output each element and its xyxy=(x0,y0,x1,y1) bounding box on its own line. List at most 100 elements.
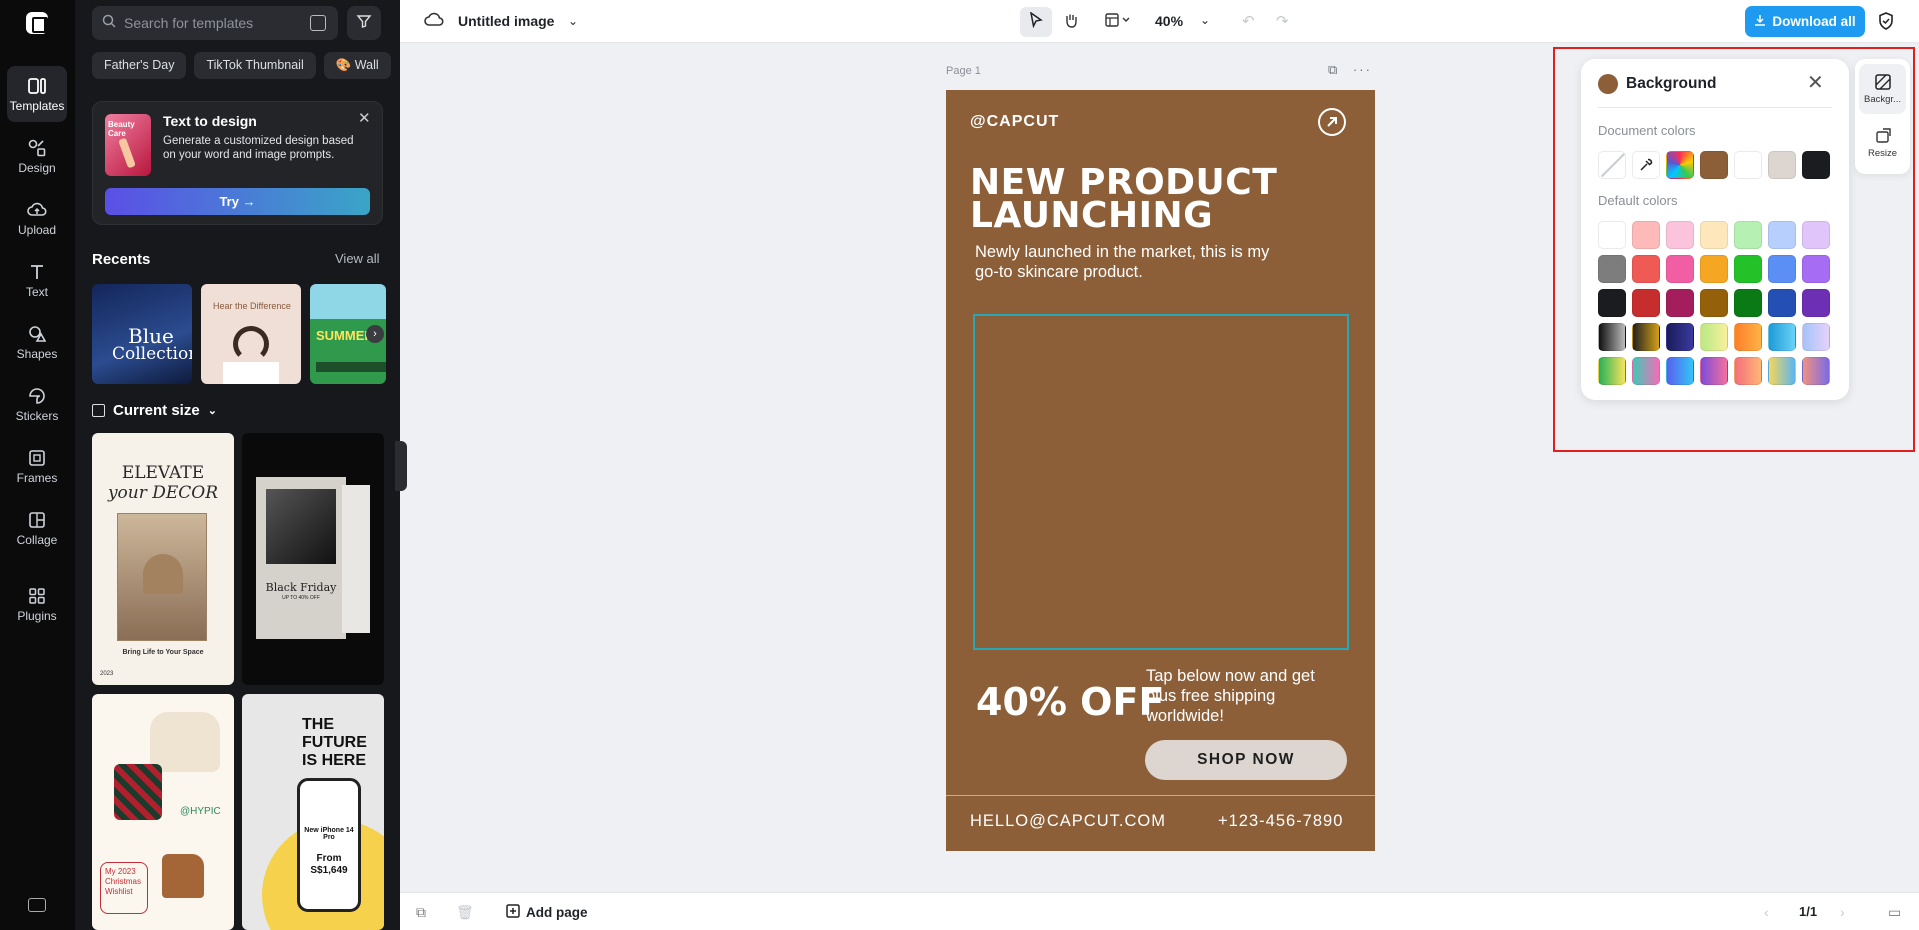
image-search-icon[interactable] xyxy=(310,15,326,31)
arrow-circle-icon[interactable] xyxy=(1318,108,1346,136)
close-icon[interactable]: ✕ xyxy=(358,111,372,126)
color-swatch[interactable] xyxy=(1802,289,1830,317)
rail-item-frames[interactable]: Frames xyxy=(7,438,67,494)
color-swatch[interactable] xyxy=(1802,221,1830,249)
color-swatch[interactable] xyxy=(1802,255,1830,283)
rail-item-templates[interactable]: Templates xyxy=(7,66,67,122)
document-title[interactable]: Untitled image xyxy=(458,13,554,29)
color-swatch[interactable] xyxy=(1768,221,1796,249)
rail-item-collage[interactable]: Collage xyxy=(7,500,67,556)
design-subtext[interactable]: Newly launched in the market, this is my… xyxy=(975,242,1275,282)
app-logo[interactable] xyxy=(26,12,48,34)
color-swatch[interactable] xyxy=(1632,289,1660,317)
color-swatch[interactable] xyxy=(1734,255,1762,283)
color-swatch[interactable] xyxy=(1700,221,1728,249)
add-page-button[interactable]: Add page xyxy=(506,904,588,921)
template-card[interactable]: ELEVATE your DECOR Bring Life to Your Sp… xyxy=(92,433,234,685)
color-swatch[interactable] xyxy=(1700,289,1728,317)
zoom-level[interactable]: 40% xyxy=(1155,13,1183,29)
image-placeholder-frame[interactable] xyxy=(973,314,1349,650)
color-swatch[interactable] xyxy=(1734,357,1762,385)
color-swatch[interactable] xyxy=(1598,255,1626,283)
recent-item[interactable]: Blue Collection xyxy=(92,284,192,384)
view-all-link[interactable]: View all xyxy=(335,251,380,266)
close-icon[interactable]: ✕ xyxy=(1807,73,1824,93)
template-card[interactable]: THE FUTURE IS HERE New iPhone 14 Pro Fro… xyxy=(242,694,384,930)
rail-item-upload[interactable]: Upload xyxy=(7,190,67,246)
template-card[interactable]: @HYPIC My 2023 Christmas Wishlist xyxy=(92,694,234,930)
rail-item-text[interactable]: Text xyxy=(7,252,67,308)
redo-icon[interactable]: ↷ xyxy=(1276,12,1289,30)
color-swatch[interactable] xyxy=(1768,323,1796,351)
filter-button[interactable] xyxy=(347,6,381,40)
color-swatch[interactable] xyxy=(1802,323,1830,351)
color-swatch[interactable] xyxy=(1734,323,1762,351)
color-swatch[interactable] xyxy=(1768,289,1796,317)
brand-handle[interactable]: @CAPCUT xyxy=(970,113,1059,131)
rail-item-stickers[interactable]: Stickers xyxy=(7,376,67,432)
color-swatch[interactable] xyxy=(1734,151,1762,179)
search-input[interactable] xyxy=(124,15,294,31)
current-size-dropdown[interactable]: Current size ⌄ xyxy=(92,402,217,419)
contact-email[interactable]: HELLO@CAPCUT.COM xyxy=(970,812,1166,831)
more-options-icon[interactable]: ··· xyxy=(1353,62,1372,77)
design-headline[interactable]: NEW PRODUCT LAUNCHING xyxy=(970,165,1350,234)
undo-icon[interactable]: ↶ xyxy=(1242,12,1255,30)
select-tool-button[interactable] xyxy=(1020,7,1052,37)
offer-text[interactable]: 40% OFF xyxy=(976,683,1164,721)
color-swatch[interactable] xyxy=(1598,357,1626,385)
color-swatch[interactable] xyxy=(1666,221,1694,249)
chevron-left-icon[interactable]: ‹ xyxy=(1764,904,1769,920)
chevron-right-icon[interactable]: › xyxy=(366,325,384,343)
color-swatch[interactable] xyxy=(1700,255,1728,283)
no-color-swatch[interactable] xyxy=(1598,151,1626,179)
color-swatch[interactable] xyxy=(1700,357,1728,385)
rail-item-plugins[interactable]: Plugins xyxy=(7,576,67,632)
pages-icon[interactable]: ▭ xyxy=(1888,904,1901,921)
color-swatch[interactable] xyxy=(1598,323,1626,351)
color-swatch[interactable] xyxy=(1734,221,1762,249)
shop-now-button[interactable]: SHOP NOW xyxy=(1145,740,1347,780)
template-card[interactable]: Black Friday UP TO 40% OFF xyxy=(242,433,384,685)
hand-tool-button[interactable] xyxy=(1055,7,1087,37)
layout-button[interactable] xyxy=(1098,7,1138,37)
color-swatch[interactable] xyxy=(1802,151,1830,179)
color-swatch[interactable] xyxy=(1632,255,1660,283)
download-all-button[interactable]: Download all xyxy=(1745,6,1865,37)
keyboard-shortcuts-icon[interactable] xyxy=(28,898,46,912)
chevron-right-icon[interactable]: › xyxy=(1840,904,1845,920)
color-swatch[interactable] xyxy=(1632,221,1660,249)
rail-item-design[interactable]: Design xyxy=(7,128,67,184)
try-button[interactable]: Try → xyxy=(105,188,370,215)
duplicate-page-icon[interactable]: ⧉ xyxy=(1328,62,1339,77)
eyedropper-icon[interactable] xyxy=(1632,151,1660,179)
color-swatch[interactable] xyxy=(1700,323,1728,351)
trash-icon[interactable]: 🗑 xyxy=(456,904,474,921)
chevron-down-icon[interactable]: ⌄ xyxy=(568,14,578,28)
rail-item-shapes[interactable]: Shapes xyxy=(7,314,67,370)
tab-resize[interactable]: Resize xyxy=(1859,118,1906,168)
color-swatch[interactable] xyxy=(1666,255,1694,283)
template-search[interactable] xyxy=(92,6,338,40)
cta-text[interactable]: Tap below now and get plus free shipping… xyxy=(1146,666,1346,726)
chip[interactable]: TikTok Thumbnail xyxy=(194,52,316,79)
color-picker-swatch[interactable] xyxy=(1666,151,1694,179)
chevron-down-icon[interactable]: ⌄ xyxy=(1200,13,1210,27)
color-swatch[interactable] xyxy=(1734,289,1762,317)
color-swatch[interactable] xyxy=(1598,289,1626,317)
panel-collapse-handle[interactable] xyxy=(395,441,407,491)
design-page[interactable]: @CAPCUT NEW PRODUCT LAUNCHING Newly laun… xyxy=(946,90,1375,851)
color-swatch[interactable] xyxy=(1632,357,1660,385)
contact-phone[interactable]: +123-456-7890 xyxy=(1218,812,1343,831)
color-swatch[interactable] xyxy=(1666,357,1694,385)
color-swatch[interactable] xyxy=(1632,323,1660,351)
color-swatch[interactable] xyxy=(1700,151,1728,179)
chip[interactable]: 🎨 Wall xyxy=(323,52,391,79)
color-swatch[interactable] xyxy=(1768,151,1796,179)
tab-background[interactable]: Backgr... xyxy=(1859,64,1906,114)
color-swatch[interactable] xyxy=(1768,255,1796,283)
color-swatch[interactable] xyxy=(1802,357,1830,385)
color-swatch[interactable] xyxy=(1768,357,1796,385)
chip[interactable]: Father's Day xyxy=(92,52,187,79)
color-swatch[interactable] xyxy=(1598,221,1626,249)
